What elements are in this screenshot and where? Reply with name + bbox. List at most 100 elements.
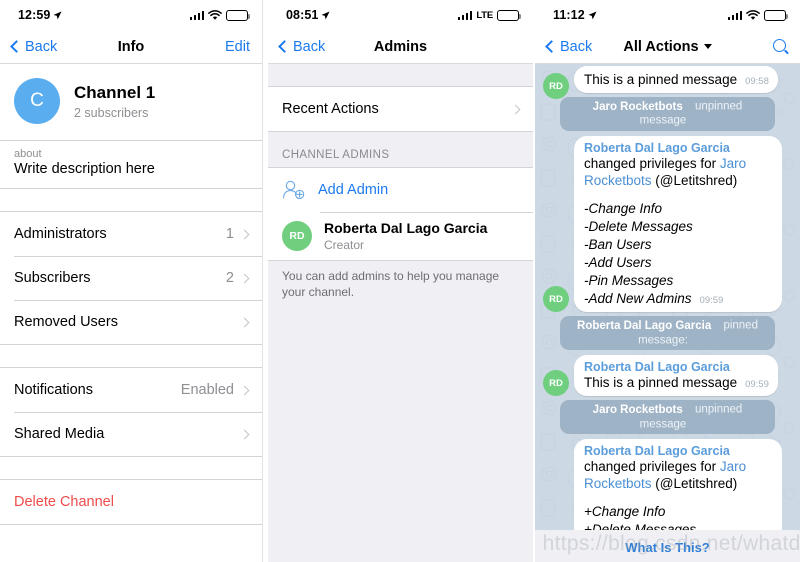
- subscribers-label: Subscribers: [14, 270, 91, 286]
- status-bar-2: 08:51 LTE: [268, 0, 533, 30]
- privilege-item: -Delete Messages: [584, 218, 693, 234]
- status-right-2: LTE: [457, 9, 522, 21]
- avatar-initial: C: [30, 90, 44, 111]
- edit-button[interactable]: Edit: [225, 39, 250, 55]
- message-row[interactable]: RD This is a pinned message 09:58: [543, 66, 792, 99]
- chevron-right-icon: [239, 429, 250, 439]
- message-time: 09:58: [745, 76, 769, 87]
- nav-bar-info: Back Info Edit: [0, 30, 262, 64]
- status-right-3: [727, 9, 789, 21]
- status-time: 11:12: [553, 8, 585, 22]
- subscribers-count: 2: [225, 270, 234, 286]
- signal-bars-icon: [727, 10, 742, 20]
- chevron-right-icon: [239, 385, 250, 395]
- message-text: changed privileges for Jaro Rocketbots (…: [584, 155, 773, 189]
- nav-bar-admins: Back Admins: [268, 30, 533, 64]
- service-message: Jaro Rocketbots unpinned message: [543, 400, 792, 434]
- message-bubble[interactable]: This is a pinned message 09:58: [574, 66, 778, 93]
- sidebar-item-subscribers[interactable]: Subscribers 2: [0, 256, 262, 300]
- recent-actions-group: Recent Actions: [268, 86, 533, 132]
- privilege-item: -Add New Admins: [584, 290, 692, 306]
- settings-group: Notifications Enabled Shared Media: [0, 367, 262, 457]
- chevron-right-icon: [239, 273, 250, 283]
- message-row[interactable]: RD Roberta Dal Lago Garcia This is a pin…: [543, 355, 792, 397]
- message-text: changed privileges for Jaro Rocketbots (…: [584, 458, 773, 492]
- notifications-label: Notifications: [14, 382, 93, 398]
- sidebar-item-removed-users[interactable]: Removed Users: [0, 300, 262, 344]
- nav-bar-actions: Back All Actions: [535, 30, 800, 64]
- message-bubble[interactable]: Roberta Dal Lago Garcia changed privileg…: [574, 135, 782, 313]
- about-block[interactable]: about Write description here: [0, 140, 262, 189]
- spacer-a1: [268, 64, 533, 86]
- chevron-down-icon: [703, 44, 712, 49]
- admin-avatar-initials: RD: [289, 230, 305, 242]
- members-group: Administrators 1 Subscribers 2 Removed U…: [0, 211, 262, 345]
- privilege-item: -Pin Messages: [584, 272, 674, 288]
- sidebar-item-recent-actions[interactable]: Recent Actions: [268, 87, 533, 131]
- admin-list-item[interactable]: RD Roberta Dal Lago Garcia Creator: [268, 212, 533, 260]
- three-phone-screenshots: 12:59 Back Info Edit C Channel 1 2 subsc…: [0, 0, 800, 562]
- service-actor: Jaro Rocketbots: [592, 100, 683, 113]
- service-message: Roberta Dal Lago Garcia pinned message:: [543, 316, 792, 351]
- status-time: 12:59: [18, 8, 51, 22]
- sidebar-item-administrators[interactable]: Administrators 1: [0, 212, 262, 256]
- admin-text: Roberta Dal Lago Garcia Creator: [324, 220, 487, 252]
- add-admin-button[interactable]: Add Admin: [268, 168, 533, 212]
- chevron-right-icon: [239, 317, 250, 327]
- message-time: 09:59: [699, 294, 724, 306]
- status-bar-1: 12:59: [0, 0, 262, 30]
- battery-icon: [226, 9, 251, 21]
- back-label: Back: [293, 38, 326, 55]
- message-text-pre: changed privileges for: [584, 458, 720, 474]
- administrators-count: 1: [225, 226, 234, 242]
- avatar: RD: [543, 286, 569, 313]
- watermark: https://blog.csdn.net/whatday: [542, 532, 800, 555]
- carrier-label: LTE: [476, 9, 493, 21]
- status-left-2: 08:51: [286, 8, 331, 22]
- back-button-admins[interactable]: Back: [278, 38, 326, 55]
- recent-actions-label: Recent Actions: [282, 101, 379, 117]
- privilege-item: +Change Info: [584, 503, 666, 519]
- delete-group: Delete Channel: [0, 479, 262, 525]
- back-button-info[interactable]: Back: [10, 39, 57, 55]
- sidebar-item-notifications[interactable]: Notifications Enabled: [0, 368, 262, 412]
- privilege-item: -Change Info: [584, 200, 663, 216]
- chevron-left-icon: [10, 40, 23, 53]
- chat-messages[interactable]: RD This is a pinned message 09:58 Jaro R…: [535, 64, 800, 562]
- admins-footnote: You can add admins to help you manage yo…: [282, 269, 500, 300]
- service-actor: Jaro Rocketbots: [592, 403, 683, 416]
- channel-subscribers: 2 subscribers: [74, 105, 149, 120]
- channel-profile-header[interactable]: C Channel 1 2 subscribers: [0, 64, 262, 140]
- message-row[interactable]: RD Roberta Dal Lago Garcia changed privi…: [543, 135, 792, 313]
- channel-name: Channel 1: [74, 83, 156, 103]
- wifi-icon: [746, 9, 760, 20]
- delete-channel-button[interactable]: Delete Channel: [0, 480, 262, 524]
- chat-log[interactable]: RD This is a pinned message 09:58 Jaro R…: [535, 64, 800, 562]
- wifi-icon: [208, 9, 222, 20]
- message-bubble[interactable]: Roberta Dal Lago Garcia This is a pinned…: [574, 355, 778, 397]
- status-time: 08:51: [286, 8, 319, 22]
- privilege-item: -Ban Users: [584, 236, 652, 252]
- administrators-label: Administrators: [14, 226, 107, 242]
- avatar: RD: [543, 73, 569, 99]
- search-icon[interactable]: [773, 39, 788, 54]
- admin-name: Roberta Dal Lago Garcia: [324, 220, 488, 237]
- admin-avatar: RD: [282, 221, 312, 251]
- status-left-3: 11:12: [553, 8, 597, 22]
- sidebar-item-shared-media[interactable]: Shared Media: [0, 412, 262, 456]
- privilege-item: -Add Users: [584, 254, 652, 270]
- about-text: Write description here: [14, 161, 155, 177]
- all-actions-dropdown[interactable]: All Actions: [535, 39, 800, 55]
- location-arrow-icon: [322, 11, 331, 19]
- channel-admins-group: Add Admin RD Roberta Dal Lago Garcia Cre…: [268, 167, 533, 261]
- panel-admins: 08:51 LTE Back Admins Recent Actions CHA…: [268, 0, 533, 562]
- message-author: Roberta Dal Lago Garcia: [584, 360, 730, 375]
- panel-all-actions: 11:12 Back All Actions RD This is a pinn…: [535, 0, 800, 562]
- location-arrow-icon: [54, 11, 63, 19]
- service-message-text: Roberta Dal Lago Garcia pinned message:: [560, 316, 775, 351]
- shared-media-label: Shared Media: [14, 426, 105, 442]
- about-caption: about: [14, 148, 42, 160]
